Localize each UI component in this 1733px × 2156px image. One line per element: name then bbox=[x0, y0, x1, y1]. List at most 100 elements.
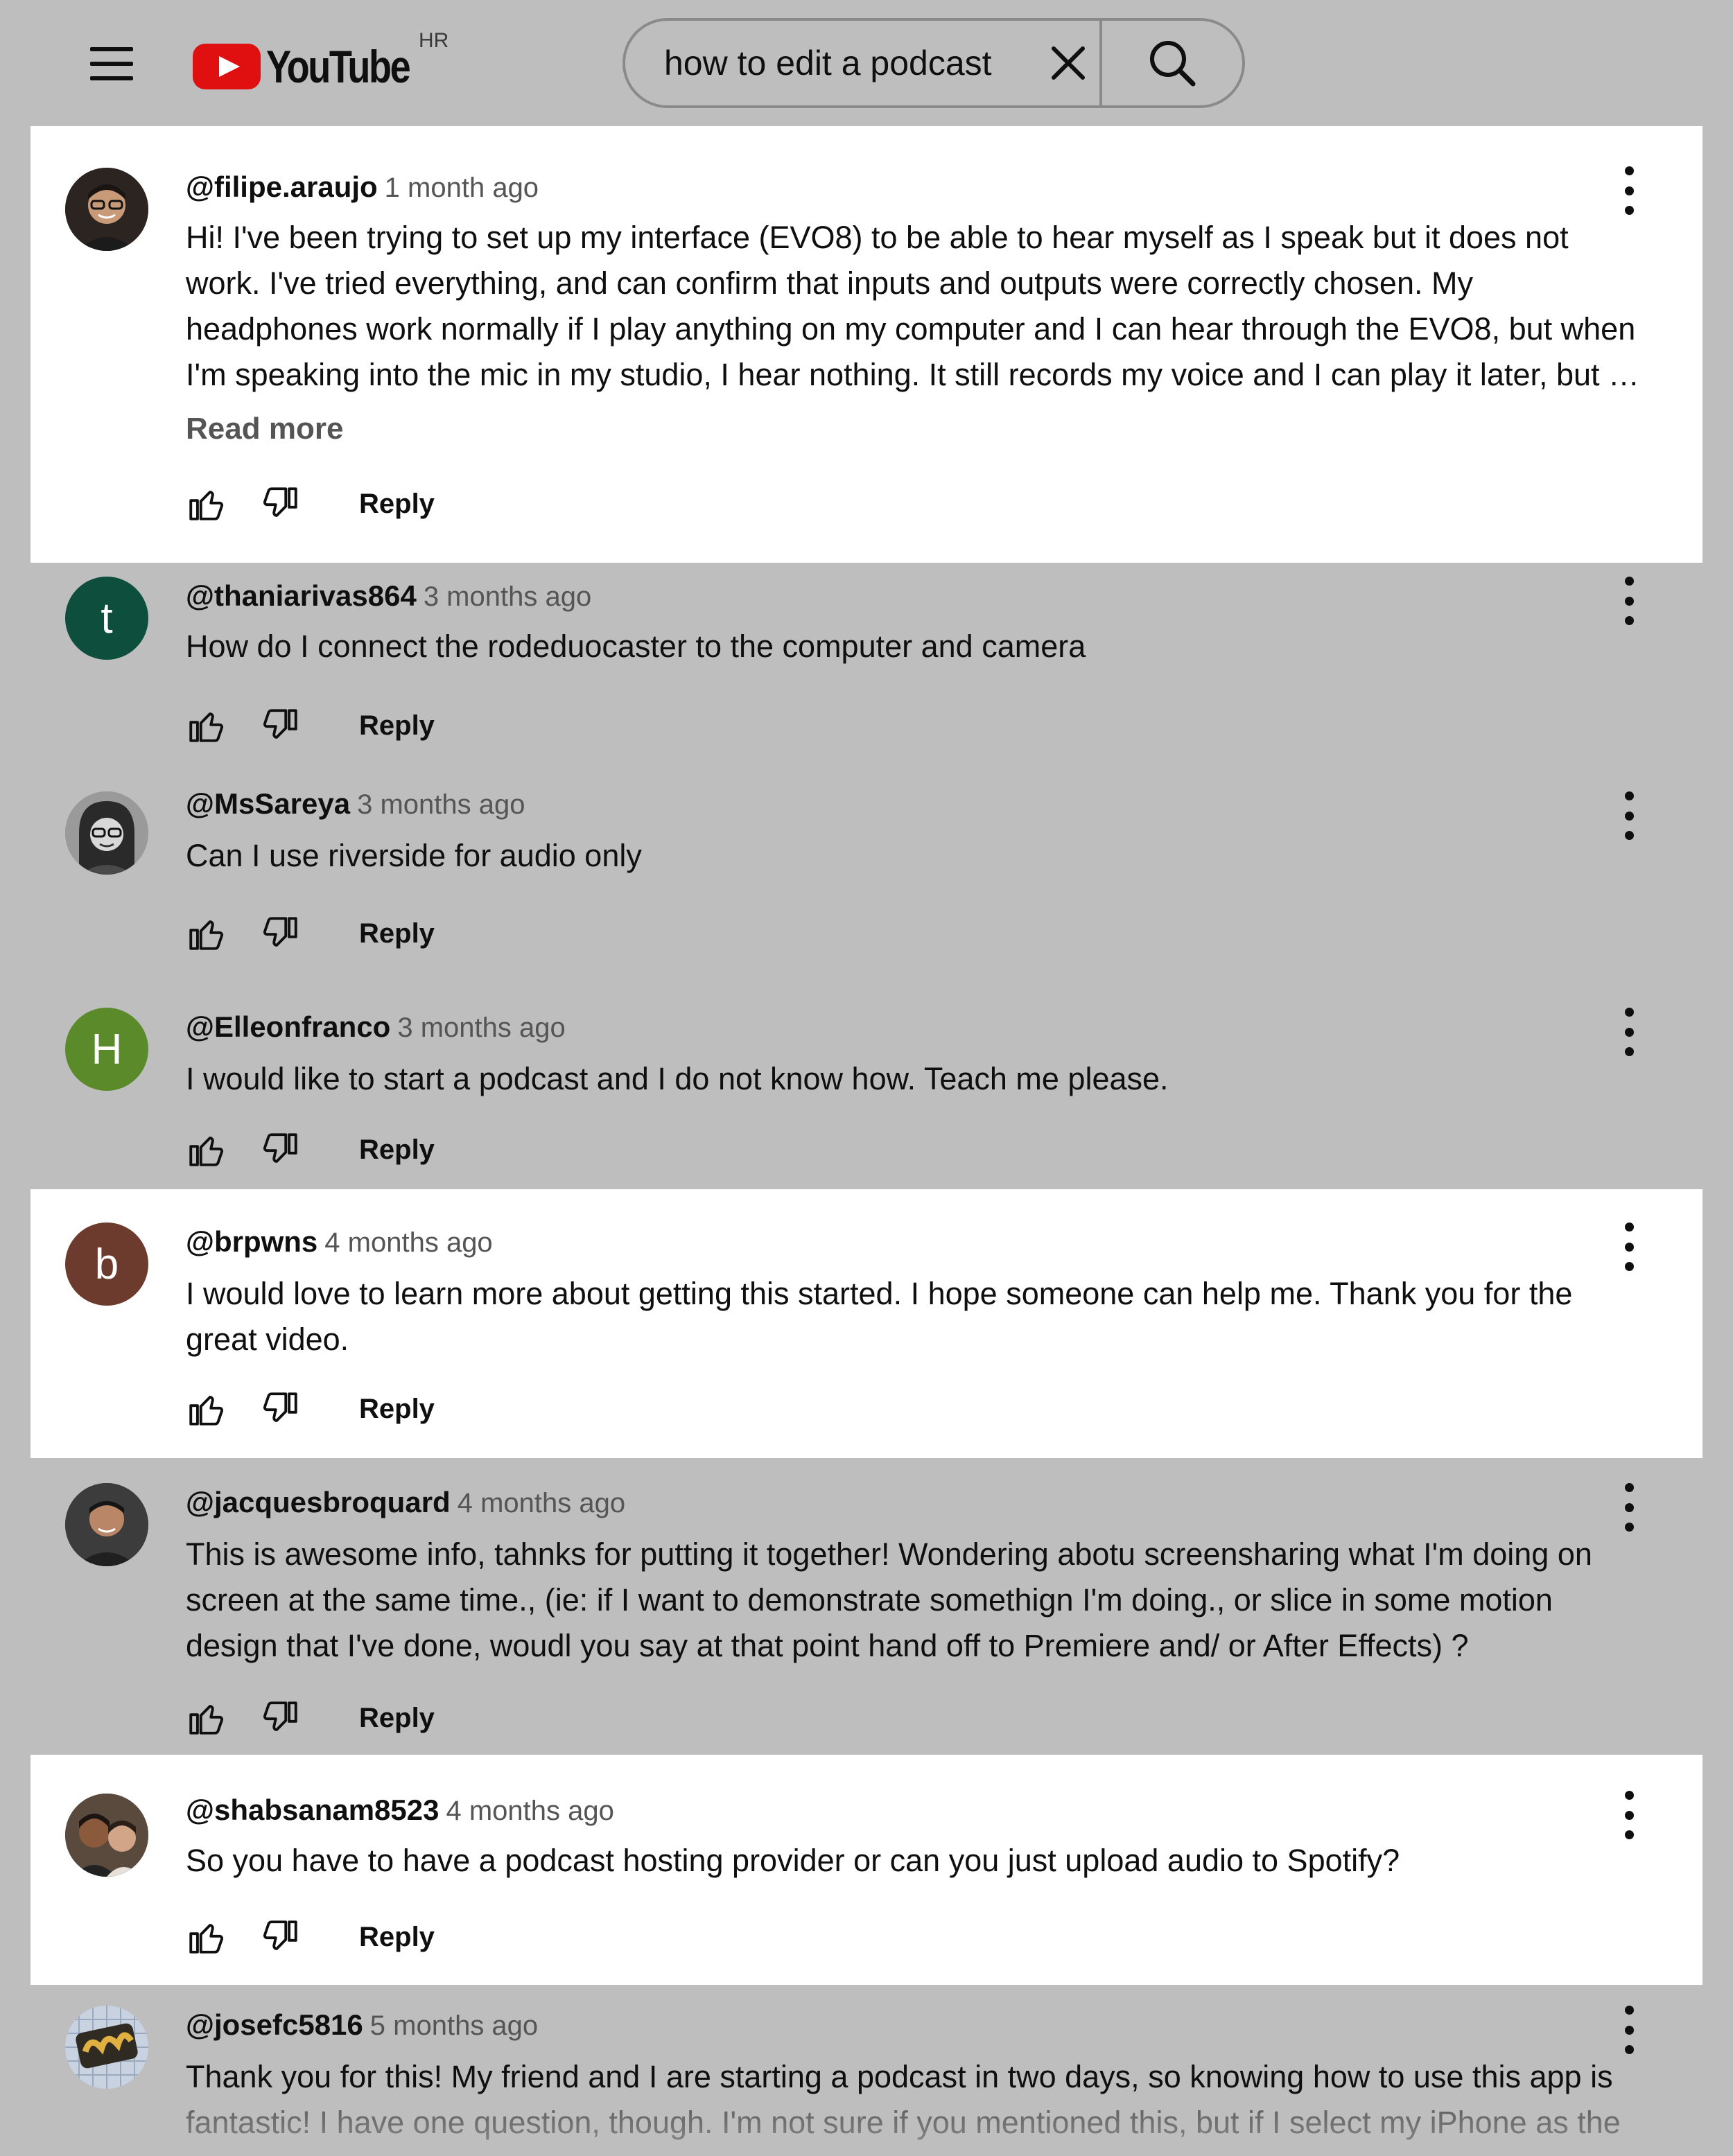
clear-search-button[interactable] bbox=[1037, 21, 1099, 105]
thumbs-up-icon[interactable] bbox=[186, 705, 226, 746]
comment-author[interactable]: @filipe.araujo bbox=[186, 170, 378, 203]
comment-text: Can I use riverside for audio only bbox=[186, 833, 1697, 879]
comment-time[interactable]: 3 months ago bbox=[397, 1013, 565, 1043]
comment-line: I would like to start a podcast and I do… bbox=[186, 1061, 1169, 1096]
comment-text: I would like to start a podcast and I do… bbox=[186, 1056, 1697, 1102]
comment: @filipe.araujo 1 month ago Hi! I've been … bbox=[31, 126, 1702, 563]
comment: @MsSareya 3 months ago Can I use riversid… bbox=[31, 771, 1702, 987]
more-options-icon[interactable] bbox=[1615, 1222, 1643, 1271]
youtube-logo[interactable]: YouTube bbox=[193, 39, 441, 94]
reply-button[interactable]: Reply bbox=[359, 710, 435, 742]
reply-button[interactable]: Reply bbox=[359, 489, 435, 520]
comment-text: I would love to learn more about getting… bbox=[186, 1271, 1697, 1362]
comment-text: Thank you for this! My friend and I are … bbox=[186, 2054, 1697, 2146]
comment: @shabsanam8523 4 months ago So you have t… bbox=[31, 1755, 1702, 1985]
avatar[interactable]: H bbox=[65, 1008, 148, 1091]
comment-line: Can I use riverside for audio only bbox=[186, 838, 642, 873]
logo-text: YouTube bbox=[266, 41, 411, 92]
comment-time[interactable]: 4 months ago bbox=[446, 1796, 614, 1826]
thumbs-down-icon[interactable] bbox=[261, 1698, 301, 1738]
comment-time[interactable]: 4 months ago bbox=[324, 1227, 492, 1258]
country-code: HR bbox=[419, 29, 449, 52]
comment-line: screen at the same time., (ie: if I want… bbox=[186, 1582, 1553, 1618]
comment-text: Hi! I've been trying to set up my interf… bbox=[186, 215, 1697, 398]
thumbs-up-icon[interactable] bbox=[186, 913, 226, 954]
more-options-icon[interactable] bbox=[1615, 577, 1643, 625]
comment-time[interactable]: 5 months ago bbox=[370, 2010, 538, 2041]
comment-meta: @MsSareya 3 months ago bbox=[186, 787, 525, 821]
thumbs-up-icon[interactable] bbox=[186, 1917, 226, 1957]
thumbs-down-icon[interactable] bbox=[261, 1917, 301, 1957]
comment-line: I would love to learn more about getting… bbox=[186, 1276, 1573, 1311]
avatar[interactable] bbox=[65, 791, 148, 875]
comment-time[interactable]: 3 months ago bbox=[424, 581, 591, 612]
avatar[interactable] bbox=[65, 2006, 148, 2089]
thumbs-up-icon[interactable] bbox=[186, 484, 226, 524]
comment-line: How do I connect the rodeduocaster to th… bbox=[186, 629, 1086, 664]
comment-meta: @josefc5816 5 months ago bbox=[186, 2008, 538, 2042]
thumbs-up-icon[interactable] bbox=[186, 1130, 226, 1170]
avatar[interactable]: b bbox=[65, 1222, 148, 1306]
play-logo-icon bbox=[193, 44, 261, 89]
comment-meta: @filipe.araujo 1 month ago bbox=[186, 170, 539, 204]
comment-meta: @brpwns 4 months ago bbox=[186, 1225, 493, 1259]
avatar[interactable] bbox=[65, 1483, 148, 1566]
reply-button[interactable]: Reply bbox=[359, 1922, 435, 1953]
thumbs-down-icon[interactable] bbox=[261, 1130, 301, 1170]
more-options-icon[interactable] bbox=[1615, 1008, 1643, 1056]
search-bar: how to edit a podcast bbox=[622, 18, 1245, 108]
reply-button[interactable]: Reply bbox=[359, 918, 435, 949]
comment-actions: Reply bbox=[186, 1125, 435, 1174]
comment-line: I'm speaking into the mic in my studio, … bbox=[186, 357, 1640, 392]
comment-author[interactable]: @josefc5816 bbox=[186, 2008, 363, 2041]
thumbs-down-icon[interactable] bbox=[261, 484, 301, 524]
avatar[interactable] bbox=[65, 1794, 148, 1877]
search-button[interactable] bbox=[1099, 21, 1242, 105]
read-more-link[interactable]: Read more bbox=[186, 412, 343, 446]
comment-line: design that I've done, woudl you say at … bbox=[186, 1628, 1469, 1663]
comment-time[interactable]: 3 months ago bbox=[357, 789, 525, 820]
comment-line: headphones work normally if I play anyth… bbox=[186, 311, 1636, 347]
thumbs-up-icon[interactable] bbox=[186, 1698, 226, 1738]
close-icon bbox=[1052, 46, 1085, 80]
comment-author[interactable]: @jacquesbroquard bbox=[186, 1486, 451, 1518]
comment-line: work. I've tried everything, and can con… bbox=[186, 265, 1473, 301]
comment: @josefc5816 5 months ago Thank you for th… bbox=[31, 1985, 1702, 2156]
avatar[interactable] bbox=[65, 168, 148, 251]
thumbs-down-icon[interactable] bbox=[261, 913, 301, 954]
comment-actions: Reply bbox=[186, 909, 435, 958]
comment-actions: Reply bbox=[186, 1913, 435, 1961]
comment-actions: Reply bbox=[186, 1694, 435, 1742]
comment-author[interactable]: @MsSareya bbox=[186, 787, 350, 820]
menu-icon[interactable] bbox=[90, 46, 133, 82]
comment-line: fantastic! I have one question, though. … bbox=[186, 2105, 1621, 2140]
more-options-icon[interactable] bbox=[1615, 1791, 1643, 1839]
more-options-icon[interactable] bbox=[1615, 1483, 1643, 1532]
comment-meta: @shabsanam8523 4 months ago bbox=[186, 1794, 614, 1827]
comment-time[interactable]: 4 months ago bbox=[458, 1488, 625, 1518]
comment-author[interactable]: @shabsanam8523 bbox=[186, 1794, 439, 1826]
comment-line: Thank you for this! My friend and I are … bbox=[186, 2059, 1613, 2094]
comment-text: This is awesome info, tahnks for putting… bbox=[186, 1532, 1697, 1669]
comment-actions: Reply bbox=[186, 701, 435, 750]
comment-time[interactable]: 1 month ago bbox=[385, 173, 539, 203]
reply-button[interactable]: Reply bbox=[359, 1394, 435, 1425]
thumbs-up-icon[interactable] bbox=[186, 1389, 226, 1429]
comment-actions: Reply bbox=[186, 480, 435, 528]
comment-author[interactable]: @Elleonfranco bbox=[186, 1010, 390, 1043]
comment-line: Hi! I've been trying to set up my interf… bbox=[186, 220, 1569, 255]
comment-meta: @Elleonfranco 3 months ago bbox=[186, 1010, 566, 1044]
thumbs-down-icon[interactable] bbox=[261, 1389, 301, 1429]
reply-button[interactable]: Reply bbox=[359, 1134, 435, 1166]
more-options-icon[interactable] bbox=[1615, 166, 1643, 215]
avatar[interactable]: t bbox=[65, 577, 148, 660]
comment: b @brpwns 4 months ago I would love to le… bbox=[31, 1189, 1702, 1458]
comment-line: This is awesome info, tahnks for putting… bbox=[186, 1536, 1592, 1572]
more-options-icon[interactable] bbox=[1615, 2006, 1643, 2054]
comment: @jacquesbroquard 4 months ago This is awe… bbox=[31, 1458, 1702, 1755]
reply-button[interactable]: Reply bbox=[359, 1703, 435, 1734]
thumbs-down-icon[interactable] bbox=[261, 705, 301, 746]
comment-author[interactable]: @brpwns bbox=[186, 1225, 317, 1258]
comment-author[interactable]: @thaniarivas864 bbox=[186, 579, 417, 612]
search-input[interactable]: how to edit a podcast bbox=[625, 43, 1037, 83]
